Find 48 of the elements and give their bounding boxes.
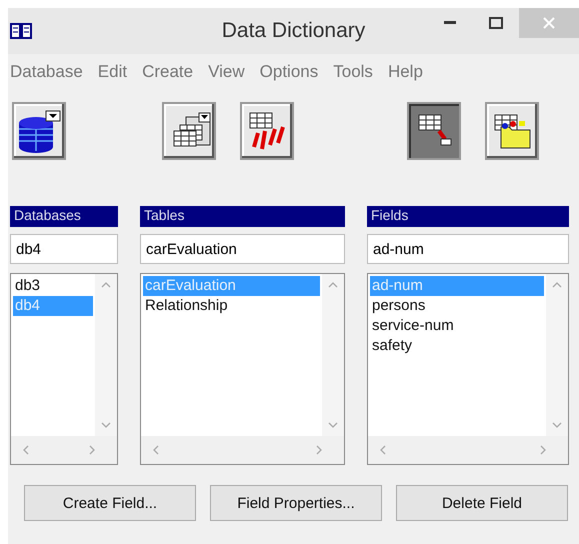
list-item[interactable]: safety	[370, 336, 544, 356]
list-item[interactable]: persons	[370, 296, 544, 316]
scroll-down-icon[interactable]	[552, 420, 562, 430]
menu-item[interactable]: Edit	[98, 62, 128, 82]
scroll-right-icon[interactable]	[538, 445, 548, 455]
scroll-left-icon[interactable]	[21, 445, 31, 455]
action-button[interactable]: Field Properties...	[210, 485, 382, 521]
toolbar-button[interactable]	[240, 102, 294, 160]
action-button[interactable]: Delete Field	[396, 485, 568, 521]
scroll-right-icon[interactable]	[314, 445, 324, 455]
list-item[interactable]: service-num	[370, 316, 544, 336]
menu-item[interactable]: Create	[142, 62, 194, 82]
numbers-icon	[250, 112, 285, 151]
menu-item[interactable]: Tools	[333, 62, 373, 82]
menu-item[interactable]: Options	[260, 62, 318, 82]
toolbar-button[interactable]	[162, 102, 216, 160]
menu-item[interactable]: View	[208, 62, 245, 82]
scroll-down-icon[interactable]	[101, 420, 111, 430]
panel-header: Tables	[140, 206, 345, 227]
menu-item[interactable]: Help	[388, 62, 423, 82]
menu-item[interactable]: Database	[10, 62, 83, 82]
list-item[interactable]: Relationship	[143, 296, 320, 316]
tables-icon	[174, 112, 210, 146]
scroll-down-icon[interactable]	[328, 420, 338, 430]
action-button[interactable]: Create Field...	[24, 485, 196, 521]
grid-icon	[418, 114, 452, 146]
scroll-up-icon[interactable]	[328, 280, 338, 290]
input-field[interactable]: carEvaluation	[140, 234, 345, 264]
input-field[interactable]: db4	[10, 234, 118, 264]
minimize-icon	[444, 21, 456, 25]
toolbar-button[interactable]	[12, 102, 66, 160]
database-icon	[18, 110, 60, 153]
scroll-up-icon[interactable]	[552, 280, 562, 290]
book-icon	[10, 22, 32, 40]
toolbar-button[interactable]	[485, 102, 539, 160]
panel-header: Databases	[10, 206, 118, 227]
scroll-right-icon[interactable]	[87, 445, 97, 455]
scroll-left-icon[interactable]	[151, 445, 161, 455]
toolbar-button[interactable]	[407, 102, 461, 160]
window-title: Data Dictionary	[222, 19, 366, 42]
panel-header: Fields	[367, 206, 569, 227]
scroll-left-icon[interactable]	[378, 445, 388, 455]
scroll-up-icon[interactable]	[101, 280, 111, 290]
input-field[interactable]: ad-num	[367, 234, 569, 264]
close-icon	[543, 17, 555, 29]
maximize-icon	[489, 17, 503, 29]
list-item[interactable]: db3	[13, 276, 93, 296]
folder-icon	[494, 114, 530, 148]
